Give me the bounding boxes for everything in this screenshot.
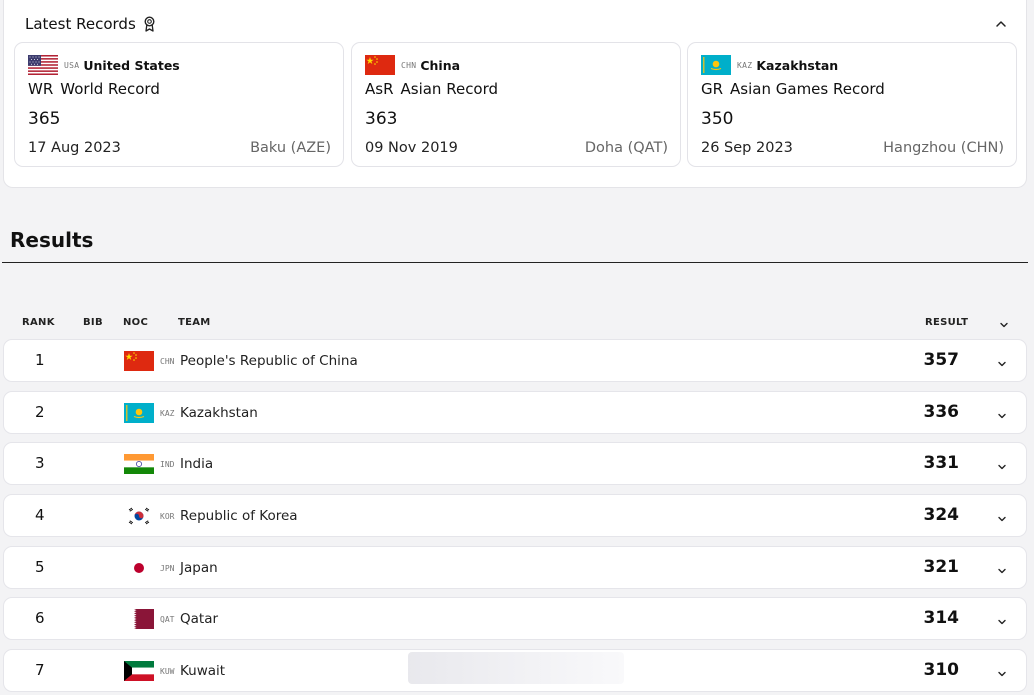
record-date: 09 Nov 2019 bbox=[365, 140, 458, 156]
record-type: WR World Record bbox=[28, 80, 160, 98]
row-result: 336 bbox=[923, 402, 960, 422]
noc-code: KAZ bbox=[737, 60, 753, 70]
record-abbr: AsR bbox=[365, 80, 394, 98]
records-title: Latest Records bbox=[25, 15, 136, 33]
record-venue: Doha (QAT) bbox=[584, 140, 668, 156]
row-noc: QAT bbox=[160, 615, 175, 624]
row-team: People's Republic of China bbox=[180, 353, 358, 369]
record-country: CHN China bbox=[365, 55, 460, 75]
record-abbr: GR bbox=[701, 80, 724, 98]
row-result: 310 bbox=[923, 660, 960, 680]
row-team: Japan bbox=[180, 560, 218, 576]
medal-icon bbox=[143, 16, 156, 32]
col-header-noc: NOC bbox=[123, 317, 149, 328]
results-divider bbox=[2, 262, 1028, 263]
chevron-down-icon[interactable] bbox=[996, 562, 1008, 574]
row-noc: JPN bbox=[160, 564, 175, 573]
noc-code: CHN bbox=[401, 60, 417, 70]
row-noc: KAZ bbox=[160, 409, 175, 418]
record-card-asian[interactable]: CHN China AsR Asian Record 363 09 Nov 201… bbox=[351, 42, 681, 167]
record-country: USA United States bbox=[28, 55, 180, 75]
row-noc: IND bbox=[160, 460, 175, 469]
noc-code: USA bbox=[64, 60, 80, 70]
row-team: Republic of Korea bbox=[180, 508, 298, 524]
row-team: Kuwait bbox=[180, 663, 226, 679]
record-country: KAZ Kazakhstan bbox=[701, 55, 838, 75]
row-result: 357 bbox=[923, 350, 960, 370]
record-venue: Baku (AZE) bbox=[250, 140, 331, 156]
record-card-world[interactable]: USA United States WR World Record 365 17 … bbox=[14, 42, 344, 167]
flag-china-icon bbox=[365, 55, 395, 75]
flag-usa-icon bbox=[28, 55, 58, 75]
table-row[interactable]: 2 KAZ Kazakhstan 336 bbox=[3, 391, 1027, 434]
col-header-rank: RANK bbox=[22, 317, 55, 328]
table-row[interactable]: 4 KOR Republic of Korea 324 bbox=[3, 494, 1027, 537]
row-rank: 2 bbox=[35, 403, 45, 421]
row-result: 321 bbox=[923, 557, 960, 577]
record-value: 365 bbox=[28, 109, 61, 129]
flag-india-icon bbox=[124, 454, 154, 474]
col-header-result: RESULT bbox=[925, 317, 969, 328]
row-team: Kazakhstan bbox=[180, 405, 258, 421]
row-rank: 5 bbox=[35, 558, 45, 576]
chevron-down-icon[interactable] bbox=[996, 510, 1008, 522]
flag-kazakhstan-icon bbox=[124, 403, 154, 423]
row-result: 331 bbox=[923, 453, 960, 473]
chevron-down-icon[interactable] bbox=[996, 355, 1008, 367]
record-value: 350 bbox=[701, 109, 734, 129]
record-card-games[interactable]: KAZ Kazakhstan GR Asian Games Record 350 … bbox=[687, 42, 1017, 167]
record-value: 363 bbox=[365, 109, 398, 129]
table-row[interactable]: 5 JPN Japan 321 bbox=[3, 546, 1027, 589]
row-rank: 6 bbox=[35, 609, 45, 627]
row-result: 314 bbox=[923, 608, 960, 628]
row-noc: KOR bbox=[160, 512, 175, 521]
records-header: Latest Records bbox=[25, 15, 156, 33]
chevron-down-icon[interactable] bbox=[996, 613, 1008, 625]
row-team: India bbox=[180, 456, 214, 472]
col-header-bib: BIB bbox=[83, 317, 103, 328]
record-type: AsR Asian Record bbox=[365, 80, 498, 98]
country-name: China bbox=[420, 57, 461, 73]
chevron-up-icon[interactable] bbox=[994, 16, 1008, 30]
table-row[interactable]: 3 IND India 331 bbox=[3, 442, 1027, 485]
country-name: Kazakhstan bbox=[756, 57, 839, 73]
country-name: United States bbox=[83, 57, 180, 73]
flag-korea-icon bbox=[124, 506, 154, 526]
expand-all-chevron-icon[interactable] bbox=[998, 316, 1010, 328]
col-header-team: TEAM bbox=[178, 317, 211, 328]
table-row[interactable]: 6 QAT Qatar 314 bbox=[3, 597, 1027, 640]
row-noc: KUW bbox=[160, 667, 175, 676]
flag-qatar-icon bbox=[124, 609, 154, 629]
results-title: Results bbox=[10, 228, 94, 252]
chevron-down-icon[interactable] bbox=[996, 458, 1008, 470]
flag-china-icon bbox=[124, 351, 154, 371]
record-type: GR Asian Games Record bbox=[701, 80, 885, 98]
record-venue: Hangzhou (CHN) bbox=[883, 140, 1004, 156]
record-date: 26 Sep 2023 bbox=[701, 140, 793, 156]
loading-placeholder bbox=[408, 652, 624, 684]
record-type-label: World Record bbox=[60, 80, 160, 98]
row-rank: 1 bbox=[35, 351, 45, 369]
record-type-label: Asian Games Record bbox=[730, 80, 885, 98]
row-rank: 7 bbox=[35, 661, 45, 679]
flag-kuwait-icon bbox=[124, 661, 154, 681]
table-row[interactable]: 1 CHN People's Republic of China 357 bbox=[3, 339, 1027, 382]
record-type-label: Asian Record bbox=[400, 80, 499, 98]
record-abbr: WR bbox=[28, 80, 54, 98]
row-noc: CHN bbox=[160, 357, 175, 366]
row-result: 324 bbox=[923, 505, 960, 525]
row-rank: 3 bbox=[35, 454, 45, 472]
chevron-down-icon[interactable] bbox=[996, 407, 1008, 419]
flag-japan-icon bbox=[124, 558, 154, 578]
row-team: Qatar bbox=[180, 611, 219, 627]
record-date: 17 Aug 2023 bbox=[28, 140, 121, 156]
chevron-down-icon[interactable] bbox=[996, 665, 1008, 677]
latest-records-panel: Latest Records USA United States WR World… bbox=[3, 0, 1027, 188]
row-rank: 4 bbox=[35, 506, 45, 524]
flag-kazakhstan-icon bbox=[701, 55, 731, 75]
